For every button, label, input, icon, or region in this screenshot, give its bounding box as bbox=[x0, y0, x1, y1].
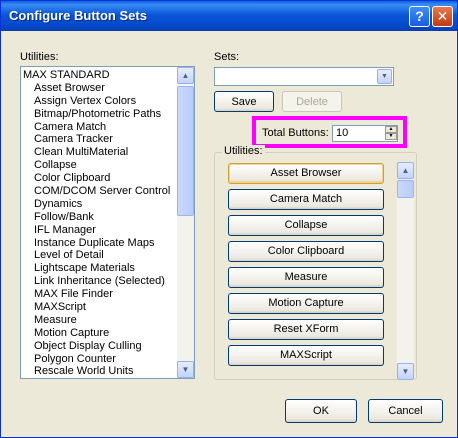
list-item[interactable]: COM/DCOM Server Control bbox=[21, 185, 177, 198]
list-item[interactable]: Follow/Bank bbox=[21, 211, 177, 224]
cancel-button[interactable]: Cancel bbox=[368, 399, 443, 423]
utilities-listbox[interactable]: MAX STANDARD Asset Browser Assign Vertex C… bbox=[20, 66, 195, 379]
scroll-thumb[interactable] bbox=[397, 180, 414, 198]
list-item[interactable]: Lightscape Materials bbox=[21, 262, 177, 275]
scroll-thumb[interactable] bbox=[177, 86, 194, 216]
scroll-down-icon[interactable]: ▼ bbox=[397, 363, 414, 380]
list-item[interactable]: Level of Detail bbox=[21, 249, 177, 262]
spin-down-icon[interactable]: ▼ bbox=[385, 133, 397, 140]
scroll-down-icon[interactable]: ▼ bbox=[177, 361, 194, 378]
set-button-5[interactable]: Measure bbox=[228, 267, 384, 288]
total-buttons-label: Total Buttons: bbox=[262, 127, 329, 139]
set-utilities-scrollbar[interactable]: ▲ ▼ bbox=[397, 162, 414, 380]
list-item[interactable]: Clean MultiMaterial bbox=[21, 146, 177, 159]
list-item[interactable]: MAX STANDARD bbox=[21, 69, 177, 82]
help-button[interactable]: ? bbox=[409, 6, 430, 27]
window-title: Configure Button Sets bbox=[9, 8, 147, 23]
scroll-up-icon[interactable]: ▲ bbox=[177, 67, 194, 84]
set-button-1[interactable]: Asset Browser bbox=[228, 163, 384, 184]
set-button-6[interactable]: Motion Capture bbox=[228, 293, 384, 314]
utilities-list-items: MAX STANDARD Asset Browser Assign Vertex C… bbox=[21, 69, 177, 378]
close-button[interactable]: ✕ bbox=[432, 6, 453, 27]
set-utilities-label: Utilities: bbox=[222, 145, 265, 157]
list-item[interactable]: Assign Vertex Colors bbox=[21, 95, 177, 108]
list-item[interactable]: Motion Capture bbox=[21, 327, 177, 340]
set-button-3[interactable]: Collapse bbox=[228, 215, 384, 236]
chevron-down-icon[interactable]: ▼ bbox=[377, 69, 392, 84]
delete-button[interactable]: Delete bbox=[282, 91, 342, 112]
list-item[interactable]: Link Inheritance (Selected) bbox=[21, 275, 177, 288]
set-button-8[interactable]: MAXScript bbox=[228, 345, 384, 366]
list-item[interactable]: Rescale World Units bbox=[21, 365, 177, 378]
list-item[interactable]: Instance Duplicate Maps bbox=[21, 237, 177, 250]
title-bar[interactable]: Configure Button Sets ? ✕ bbox=[1, 1, 457, 31]
utilities-scrollbar[interactable]: ▲ ▼ bbox=[177, 67, 194, 378]
list-item[interactable]: Object Display Culling bbox=[21, 340, 177, 353]
list-item[interactable]: Bitmap/Photometric Paths bbox=[21, 108, 177, 121]
set-button-2[interactable]: Camera Match bbox=[228, 189, 384, 210]
list-item[interactable]: Collapse bbox=[21, 159, 177, 172]
sets-label: Sets: bbox=[214, 51, 240, 63]
list-item[interactable]: MAX File Finder bbox=[21, 288, 177, 301]
list-item[interactable]: Color Clipboard bbox=[21, 172, 177, 185]
list-item[interactable]: Dynamics bbox=[21, 198, 177, 211]
configure-button-sets-dialog: Configure Button Sets ? ✕ Utilities: MAX… bbox=[0, 0, 458, 438]
sets-dropdown[interactable]: ▼ bbox=[214, 67, 394, 86]
list-item[interactable]: Asset Browser bbox=[21, 82, 177, 95]
list-item[interactable]: MAXScript bbox=[21, 301, 177, 314]
list-item[interactable]: Camera Tracker bbox=[21, 133, 177, 146]
total-buttons-value: 10 bbox=[336, 127, 349, 139]
list-item[interactable]: Camera Match bbox=[21, 121, 177, 134]
spin-up-icon[interactable]: ▲ bbox=[385, 126, 397, 133]
ok-button[interactable]: OK bbox=[285, 399, 357, 423]
utilities-list-label: Utilities: bbox=[20, 51, 59, 63]
scroll-up-icon[interactable]: ▲ bbox=[397, 162, 414, 179]
set-button-7[interactable]: Reset XForm bbox=[228, 319, 384, 340]
save-button[interactable]: Save bbox=[214, 91, 274, 112]
list-item[interactable]: IFL Manager bbox=[21, 224, 177, 237]
total-buttons-spinner[interactable]: 10 ▲ ▼ bbox=[332, 125, 398, 142]
list-item[interactable]: Polygon Counter bbox=[21, 353, 177, 366]
list-item[interactable]: Measure bbox=[21, 314, 177, 327]
set-button-4[interactable]: Color Clipboard bbox=[228, 241, 384, 262]
